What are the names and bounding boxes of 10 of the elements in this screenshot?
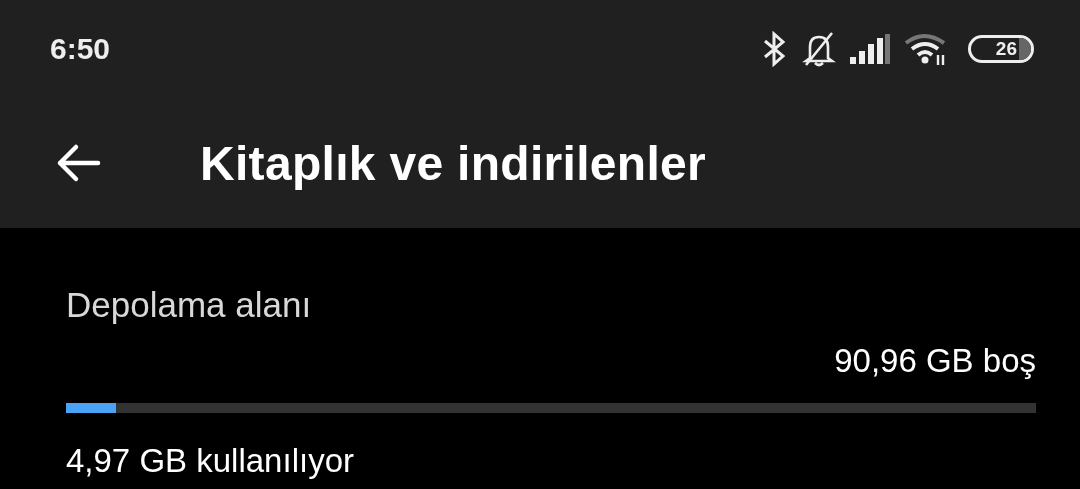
free-space-text: 90,96 GB boş [833, 341, 1036, 381]
page-title: Kitaplık ve indirilenler [200, 135, 707, 191]
wifi-icon [904, 33, 948, 65]
bluetooth-icon [762, 31, 788, 67]
used-space-text: 4,97 GB kullanılıyor [66, 441, 355, 481]
muted-bell-icon [802, 31, 836, 67]
signal-icon [850, 34, 890, 64]
status-time: 6:50 [50, 32, 111, 66]
battery-icon: 26 [968, 35, 1034, 63]
section-title: Depolama alanı [66, 285, 313, 325]
